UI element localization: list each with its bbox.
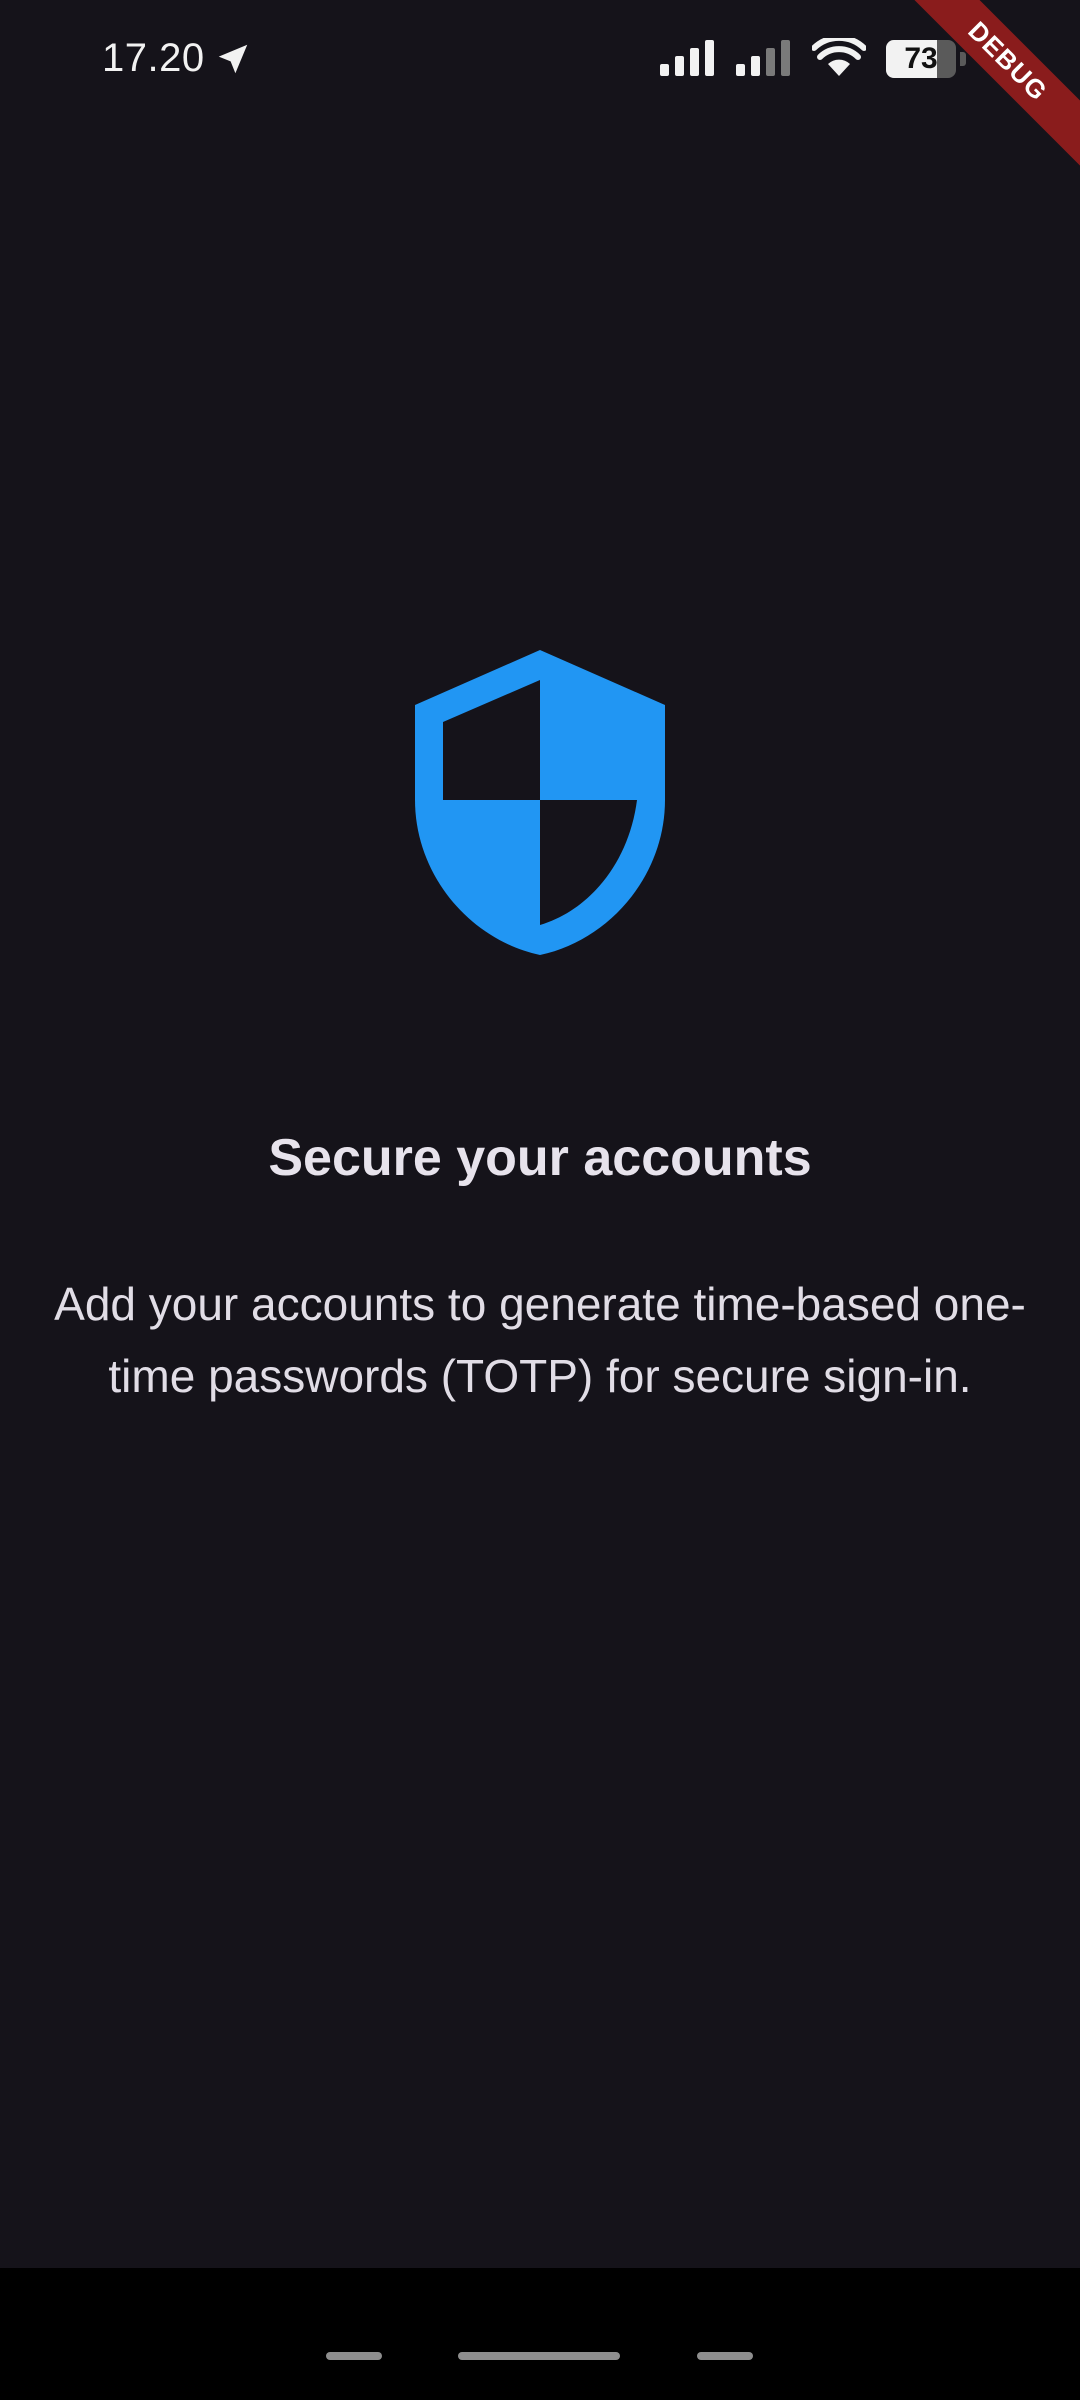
location-arrow-icon: [218, 44, 248, 74]
battery-level: 73: [904, 42, 938, 75]
shield-icon: [415, 650, 665, 955]
wifi-icon: [812, 38, 866, 76]
nav-home-handle[interactable]: [458, 2352, 620, 2360]
battery-icon: 73: [886, 40, 966, 78]
empty-state-title: Secure your accounts: [268, 1129, 812, 1187]
cell-signal-icon: [736, 40, 790, 76]
nav-recents-button[interactable]: [326, 2352, 382, 2360]
nav-back-button[interactable]: [697, 2352, 753, 2360]
empty-state-description: Add your accounts to generate time-based…: [54, 1278, 1026, 1402]
system-navigation-bar: [0, 2268, 1080, 2400]
cell-signal-icon: [660, 40, 714, 76]
status-bar: 17.20 73: [0, 0, 1080, 120]
status-time: 17.20: [102, 36, 205, 80]
